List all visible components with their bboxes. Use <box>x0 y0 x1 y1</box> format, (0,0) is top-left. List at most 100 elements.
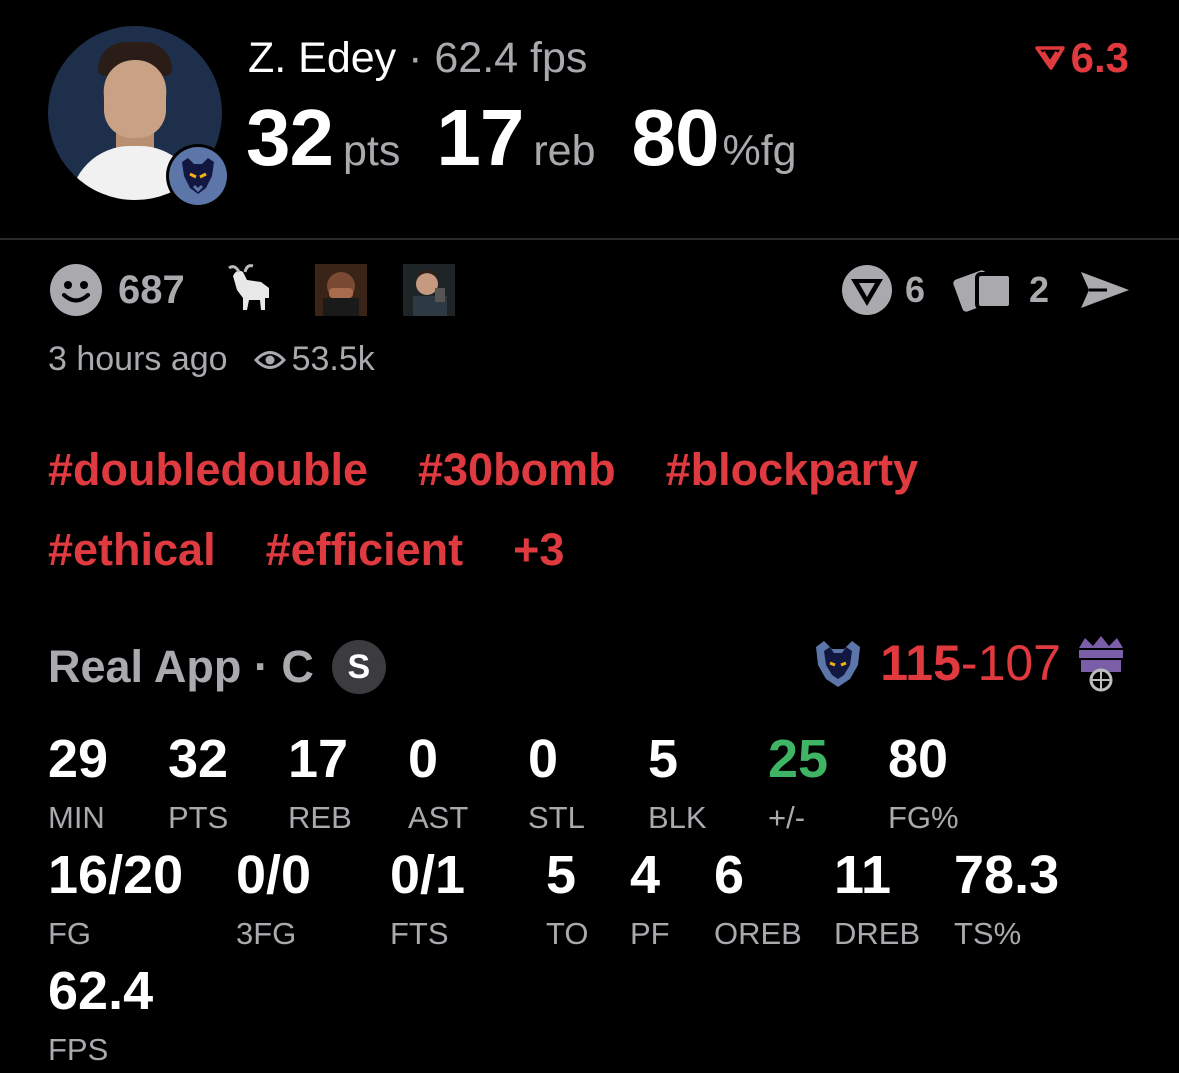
hashtag[interactable]: #doubledouble <box>48 444 368 496</box>
stat-label: REB <box>288 800 352 835</box>
score-separator: - <box>960 635 978 691</box>
avatar-face <box>104 60 166 138</box>
stat-blk: 5 BLK <box>648 732 707 836</box>
goat-emoji-icon[interactable] <box>225 262 281 318</box>
stat-value: 0 <box>528 729 559 789</box>
eye-icon <box>253 350 286 369</box>
starter-badge: S <box>331 640 386 694</box>
post-actions[interactable]: 6 2 <box>839 262 1133 318</box>
reaction-emoji-phone-icon[interactable] <box>401 262 457 318</box>
stat-ast: 0 AST <box>408 732 468 836</box>
headline-fg-unit: %fg <box>722 127 797 175</box>
share-count: 2 <box>1028 269 1049 310</box>
stat-value: 0/1 <box>390 845 466 905</box>
stat-value: 4 <box>630 845 661 905</box>
hashtag-row-2: #ethical #efficient +3 <box>48 524 1128 576</box>
stat-label: FG <box>48 916 92 951</box>
reactions-row[interactable]: 687 <box>48 262 475 318</box>
post-time: 3 hours ago <box>48 340 228 378</box>
view-count-wrap: 53.5k <box>253 340 375 379</box>
player-fps: 62.4 fps <box>434 34 588 82</box>
stat-source: Real App · C S <box>48 640 386 694</box>
comment-count: 6 <box>904 269 925 310</box>
stat-label: FG% <box>888 800 959 835</box>
rating-icon <box>1034 46 1065 70</box>
stat-label: TS% <box>954 916 1022 951</box>
away-score: 107 <box>977 635 1061 691</box>
hashtag[interactable]: #blockparty <box>666 444 919 496</box>
stat-label: DREB <box>834 916 921 951</box>
headline-reb-value: 17 <box>436 93 524 182</box>
stat-value: 78.3 <box>954 845 1060 905</box>
send-icon[interactable] <box>1077 268 1133 312</box>
stat-fps: 62.4 FPS <box>48 964 153 1068</box>
hashtag-row-1: #doubledouble #30bomb #blockparty <box>48 444 1128 496</box>
hashtag[interactable]: #ethical <box>48 524 216 576</box>
stat-pts: 32 PTS <box>168 732 228 836</box>
stat-value: 5 <box>546 845 577 905</box>
stat-value: 25 <box>768 729 829 789</box>
stat-min: 29 MIN <box>48 732 108 836</box>
stat-ts-pct: 78.3 TS% <box>954 848 1059 952</box>
stat-label: 3FG <box>236 916 297 951</box>
stat-3fg: 0/0 3FG <box>236 848 311 952</box>
headline-pts-unit: pts <box>342 127 401 175</box>
player-name[interactable]: Z. Edey <box>248 34 396 82</box>
stat-fg-pct: 80 FG% <box>888 732 959 836</box>
stat-label: BLK <box>648 800 707 835</box>
hashtags: #doubledouble #30bomb #blockparty #ethic… <box>48 444 1128 604</box>
headline-fg-value: 80 <box>631 93 720 182</box>
share-cards-icon[interactable] <box>953 264 1019 316</box>
stat-label: TO <box>546 916 589 951</box>
grizzlies-logo-icon <box>816 641 861 687</box>
game-score[interactable]: 115-107 <box>810 634 1127 692</box>
stat-reb: 17 REB <box>288 732 352 836</box>
stat-fg: 16/20 FG <box>48 848 183 952</box>
headline-reb-unit: reb <box>533 127 596 175</box>
stat-label: PF <box>630 916 670 951</box>
stat-value: 17 <box>288 729 349 789</box>
stat-oreb: 6 OREB <box>714 848 802 952</box>
rating-value: 6.3 <box>1070 34 1129 81</box>
stat-value: 80 <box>888 729 949 789</box>
post-meta: 3 hours ago 53.5k <box>48 340 375 379</box>
stat-dreb: 11 DREB <box>834 848 920 952</box>
stat-to: 5 TO <box>546 848 589 952</box>
home-score: 115 <box>880 635 961 691</box>
source-text: Real App · C <box>48 641 314 692</box>
stat-value: 6 <box>714 845 745 905</box>
reaction-count[interactable]: 687 <box>118 268 185 313</box>
stat-value: 29 <box>48 729 109 789</box>
grizzlies-logo-icon <box>166 144 230 208</box>
hashtag[interactable]: #30bomb <box>418 444 616 496</box>
smiley-icon[interactable] <box>48 262 104 318</box>
reaction-emoji-facepalm-icon[interactable] <box>313 262 369 318</box>
hashtag[interactable]: #efficient <box>266 524 464 576</box>
stat-value: 0 <box>408 729 439 789</box>
headline-stats: 32 pts 17 reb 80 %fg <box>246 92 833 184</box>
view-count: 53.5k <box>291 340 375 378</box>
stat-label: OREB <box>714 916 802 951</box>
stat-label: FPS <box>48 1032 109 1067</box>
stat-value: 32 <box>168 729 229 789</box>
stat-label: STL <box>528 800 585 835</box>
name-separator: · <box>396 34 435 82</box>
stat-label: +/- <box>768 800 806 835</box>
headline-pts-value: 32 <box>246 93 334 182</box>
stat-pf: 4 PF <box>630 848 670 952</box>
stat-value: 62.4 <box>48 961 154 1021</box>
stat-value: 5 <box>648 729 679 789</box>
stat-value: 16/20 <box>48 845 184 905</box>
stat-stl: 0 STL <box>528 732 585 836</box>
player-name-line[interactable]: Z. Edey · 62.4 fps <box>248 34 587 83</box>
rating[interactable]: 6.3 <box>1034 34 1129 82</box>
comment-icon[interactable] <box>839 262 895 318</box>
stat-value: 0/0 <box>236 845 312 905</box>
stat-label: MIN <box>48 800 105 835</box>
stat-fts: 0/1 FTS <box>390 848 465 952</box>
more-tags-button[interactable]: +3 <box>513 524 564 576</box>
kings-logo-icon <box>1079 636 1123 692</box>
divider <box>0 238 1179 240</box>
stat-label: PTS <box>168 800 229 835</box>
stat-label: AST <box>408 800 469 835</box>
